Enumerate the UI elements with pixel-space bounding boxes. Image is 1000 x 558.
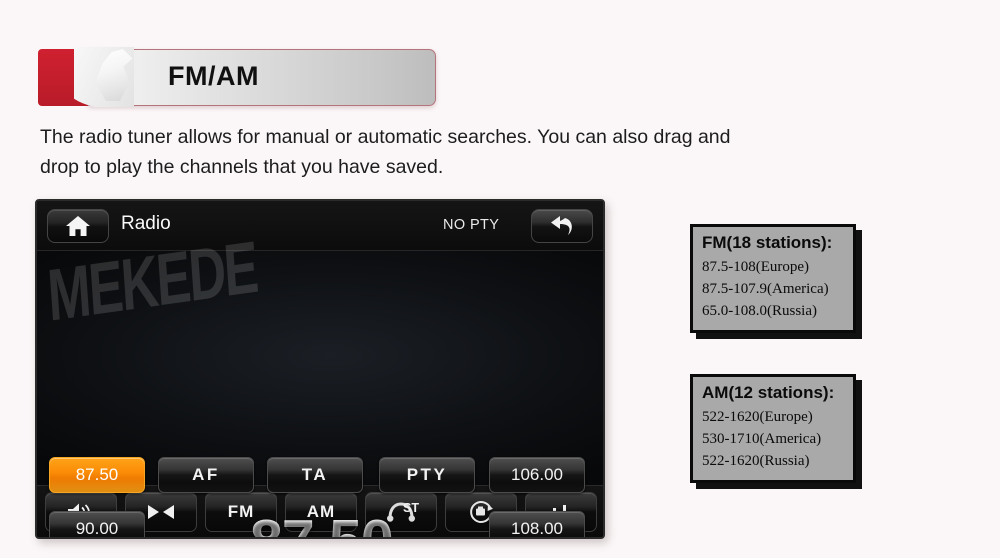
af-button[interactable]: AF	[158, 457, 254, 493]
preset-10600-label: 106.00	[511, 465, 563, 484]
home-icon	[66, 216, 90, 236]
page-title: FM/AM	[168, 61, 259, 91]
am-info-line: 522-1620(Russia)	[702, 453, 810, 469]
preset-10800-button[interactable]: 108.00	[489, 511, 585, 538]
am-range-info-box: AM(12 stations): 522-1620(Europe) 530-17…	[690, 374, 856, 483]
fm-range-info-box: FM(18 stations): 87.5-108(Europe) 87.5-1…	[690, 224, 856, 333]
prev-next-icon	[148, 505, 174, 519]
frequency-display: FM1 ST 87.50 MHz	[187, 497, 487, 539]
preset-10800-label: 108.00	[511, 519, 563, 538]
radio-device-screen: Radio NO PTY MEKEDE 87.50 AF TA PTY 106.…	[35, 199, 605, 539]
ta-button[interactable]: TA	[267, 457, 363, 493]
pty-status: NO PTY	[443, 217, 500, 233]
fm-info-title: FM(18 stations):	[702, 233, 833, 252]
frequency-unit: MHz	[459, 537, 495, 539]
preset-8750-label: 87.50	[75, 465, 119, 484]
back-arrow-icon	[551, 216, 572, 235]
preset-9000-label: 90.00	[75, 519, 119, 538]
back-button[interactable]	[531, 209, 593, 243]
fm-info-line: 87.5-108(Europe)	[702, 259, 810, 275]
am-info-line: 522-1620(Europe)	[702, 409, 813, 425]
preset-10600-button[interactable]: 106.00	[489, 457, 585, 493]
band-indicator: FM1	[199, 537, 238, 539]
am-info-line: 530-1710(America)	[702, 431, 822, 447]
frequency-value: 87.50	[250, 507, 394, 537]
home-button[interactable]	[47, 209, 109, 243]
page-description: The radio tuner allows for manual or aut…	[40, 126, 731, 178]
fm-info-line: 65.0-108.0(Russia)	[702, 303, 817, 319]
preset-8750-button[interactable]: 87.50	[49, 457, 145, 493]
screen-title: Radio	[121, 213, 171, 234]
radio-screen-background: Radio NO PTY MEKEDE 87.50 AF TA PTY 106.…	[37, 201, 603, 537]
stereo-indicator: ST	[403, 501, 419, 515]
preset-9000-button[interactable]: 90.00	[49, 511, 145, 538]
fm-info-line: 87.5-107.9(America)	[702, 281, 829, 297]
ta-label: TA	[301, 465, 329, 484]
pty-label: PTY	[406, 465, 448, 484]
radio-top-bar: Radio NO PTY	[37, 201, 603, 251]
am-info-title: AM(12 stations):	[702, 383, 835, 402]
pty-button[interactable]: PTY	[379, 457, 475, 493]
af-label: AF	[192, 465, 220, 484]
page-header-banner: FM/AM	[38, 47, 436, 107]
